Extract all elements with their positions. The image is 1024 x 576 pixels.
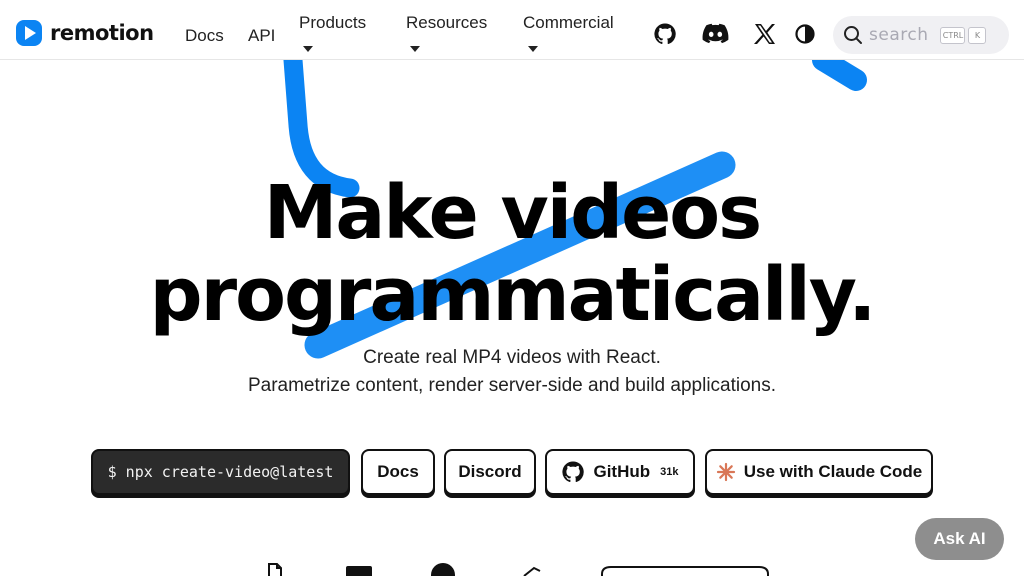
nav-link-api[interactable]: API: [248, 26, 275, 46]
docs-button[interactable]: Docs: [361, 449, 435, 495]
x-icon[interactable]: [753, 22, 777, 46]
nextjs-icon: [431, 563, 455, 576]
claude-code-label: Use with Claude Code: [743, 462, 923, 481]
shortcut-k-key: K: [968, 26, 987, 44]
search-placeholder: search: [869, 25, 929, 45]
nav-dropdown-commercial[interactable]: Commercial: [523, 13, 614, 33]
github-star-count: 31k: [660, 466, 679, 478]
arrow-icon: [523, 566, 541, 576]
chevron-down-icon: [303, 46, 313, 52]
discord-button[interactable]: Discord: [444, 449, 536, 495]
github-button[interactable]: GitHub 31k: [545, 449, 695, 495]
nav-dropdown-products[interactable]: Products: [299, 13, 366, 33]
ask-ai-button[interactable]: Ask AI: [915, 518, 1004, 560]
logo-link[interactable]: remotion: [16, 20, 154, 46]
nav-dropdown-resources[interactable]: Resources: [406, 13, 487, 33]
chevron-down-icon: [528, 46, 538, 52]
nav-link-docs[interactable]: Docs: [185, 26, 224, 46]
github-icon: [562, 461, 585, 483]
document-icon: [268, 563, 282, 576]
hero-subtitle-line1: Create real MP4 videos with React.: [363, 347, 661, 368]
github-button-label: GitHub: [593, 462, 651, 481]
remotion-logo-icon: [16, 20, 42, 46]
hero-subtitle-line2: Parametrize content, render server-side …: [247, 375, 777, 396]
theme-toggle-icon[interactable]: [793, 22, 817, 46]
shortcut-ctrl-key: CTRL: [940, 26, 966, 44]
framework-icon: [346, 566, 372, 576]
discord-icon[interactable]: [702, 22, 729, 46]
search-icon: [844, 26, 862, 44]
claude-code-button[interactable]: Use with Claude Code: [705, 449, 933, 495]
chevron-down-icon: [410, 46, 420, 52]
search-box[interactable]: search CTRL K: [833, 16, 1009, 54]
hero-headline-line2: programmatically.: [149, 252, 877, 338]
logo-text: remotion: [50, 21, 154, 45]
hero-headline-line1: Make videos: [263, 170, 762, 256]
bottom-button-outline: [601, 566, 769, 576]
top-navbar: remotion Docs API Products Resources Com…: [0, 0, 1024, 60]
github-icon[interactable]: [653, 22, 677, 46]
create-video-command-button[interactable]: $ npx create-video@latest: [91, 449, 350, 495]
claude-sparkle-icon: [716, 462, 735, 482]
